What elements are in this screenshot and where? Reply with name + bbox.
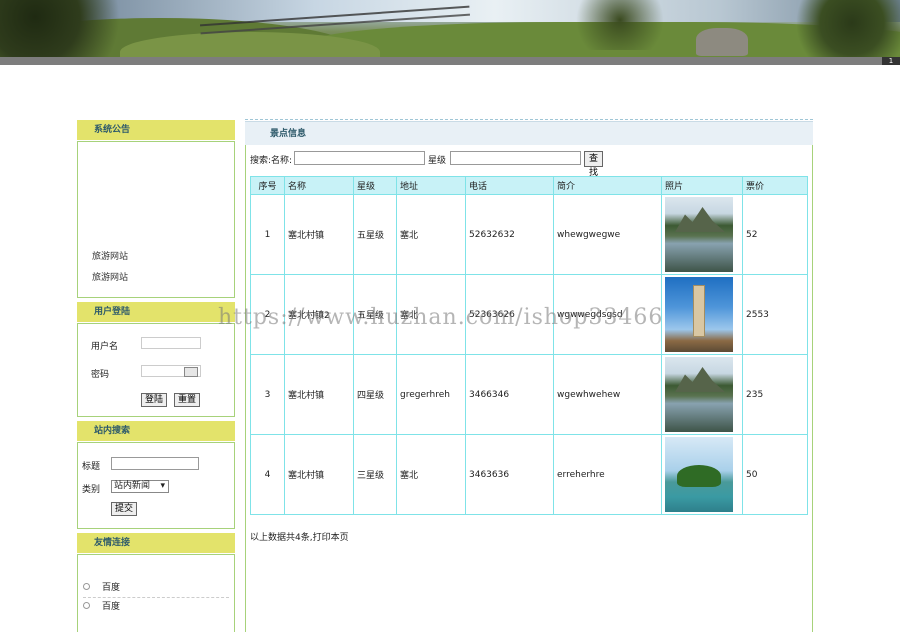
chevron-down-icon: ▾ <box>160 481 165 491</box>
watermark-text: https://www.huzhan.com/ishop33466 <box>218 305 664 330</box>
column-header: 简介 <box>553 176 662 195</box>
row-phone: 3463636 <box>465 434 554 515</box>
row-intro: wgewhwehew <box>553 354 662 435</box>
login-box: 用户名 密码 登陆 重置 <box>77 323 235 417</box>
header-banner <box>0 0 900 57</box>
search-star-label: 星级 <box>428 156 447 166</box>
table-row: 4 塞北村镇 三星级 塞北 3463636 erreherhre 50 <box>250 434 808 515</box>
login-title: 用户登陆 <box>77 302 235 322</box>
row-name: 塞北村镇 <box>284 434 354 515</box>
row-photo <box>661 354 743 435</box>
friend-link-item[interactable]: 百度 <box>83 598 229 616</box>
search-name-input[interactable] <box>294 151 425 165</box>
row-photo <box>661 194 743 275</box>
keyboard-icon[interactable] <box>184 367 198 377</box>
column-header: 星级 <box>353 176 397 195</box>
notice-link[interactable]: 旅游网站 <box>92 270 128 283</box>
table-row: 1 塞北村镇 五星级 塞北 52632632 whewgwegwe 52 <box>250 194 808 275</box>
password-input[interactable] <box>141 365 201 377</box>
row-phone: 3466346 <box>465 354 554 435</box>
row-phone: 52632632 <box>465 194 554 275</box>
scenic-photo-image[interactable] <box>665 357 733 432</box>
row-price: 235 <box>742 354 808 435</box>
row-name: 塞北村镇 <box>284 354 354 435</box>
page-title: 景点信息 <box>245 121 813 145</box>
row-address: gregerhreh <box>396 354 466 435</box>
table-header-row: 序号 名称 星级 地址 电话 简介 照片 票价 <box>250 176 808 195</box>
scenic-photo-image[interactable] <box>665 277 733 352</box>
row-address: 塞北 <box>396 194 466 275</box>
friend-links-box: 百度 百度 <box>77 554 235 632</box>
row-star: 四星级 <box>353 354 397 435</box>
search-star-input[interactable] <box>450 151 581 165</box>
row-price: 52 <box>742 194 808 275</box>
table-footer-note[interactable]: 以上数据共4条,打印本页 <box>250 530 349 543</box>
search-name-label: 搜索:名称: <box>250 156 293 166</box>
search-button[interactable]: 查找 <box>584 151 604 178</box>
table-row: 3 塞北村镇 四星级 gregerhreh 3466346 wgewhwehew… <box>250 354 808 435</box>
scenic-photo-image[interactable] <box>665 437 733 512</box>
username-label: 用户名 <box>91 342 119 352</box>
scenic-photo-image[interactable] <box>665 197 733 272</box>
row-index: 3 <box>250 354 285 435</box>
row-intro: erreherhre <box>553 434 662 515</box>
row-name: 塞北村镇 <box>284 194 354 275</box>
row-index: 1 <box>250 194 285 275</box>
category-select[interactable]: 站内新闻 ▾ <box>111 480 169 493</box>
row-photo <box>661 434 743 515</box>
search-title-label: 标题 <box>82 462 101 472</box>
row-address: 塞北 <box>396 434 466 515</box>
row-photo <box>661 274 743 355</box>
row-star: 五星级 <box>353 194 397 275</box>
scenic-table: 序号 名称 星级 地址 电话 简介 照片 票价 1 塞北村镇 五星级 塞北 52… <box>250 176 808 515</box>
notice-title: 系统公告 <box>77 120 235 140</box>
row-intro: whewgwegwe <box>553 194 662 275</box>
reset-button[interactable]: 重置 <box>174 393 201 407</box>
column-header: 名称 <box>284 176 354 195</box>
column-header: 序号 <box>250 176 285 195</box>
friend-links-title: 友情连接 <box>77 533 235 553</box>
friend-link-item[interactable]: 百度 <box>83 579 229 598</box>
row-index: 4 <box>250 434 285 515</box>
search-title-input[interactable] <box>111 457 199 470</box>
login-button[interactable]: 登陆 <box>141 393 168 407</box>
row-price: 2553 <box>742 274 808 355</box>
search-category-label: 类别 <box>82 485 101 495</box>
notice-link[interactable]: 旅游网站 <box>92 249 128 262</box>
notice-box: 旅游网站 旅游网站 <box>77 141 235 298</box>
bullet-icon <box>83 602 90 609</box>
username-input[interactable] <box>141 337 201 349</box>
row-star: 三星级 <box>353 434 397 515</box>
bullet-icon <box>83 583 90 590</box>
password-label: 密码 <box>91 370 110 380</box>
page-badge: 1 <box>882 57 900 65</box>
header-divider <box>0 57 900 65</box>
column-header: 地址 <box>396 176 466 195</box>
column-header: 照片 <box>661 176 743 195</box>
column-header: 电话 <box>465 176 554 195</box>
column-header: 票价 <box>742 176 808 195</box>
site-search-title: 站内搜索 <box>77 421 235 441</box>
site-search-box: 标题 类别 站内新闻 ▾ 提交 <box>77 442 235 529</box>
submit-button[interactable]: 提交 <box>111 502 138 516</box>
row-price: 50 <box>742 434 808 515</box>
